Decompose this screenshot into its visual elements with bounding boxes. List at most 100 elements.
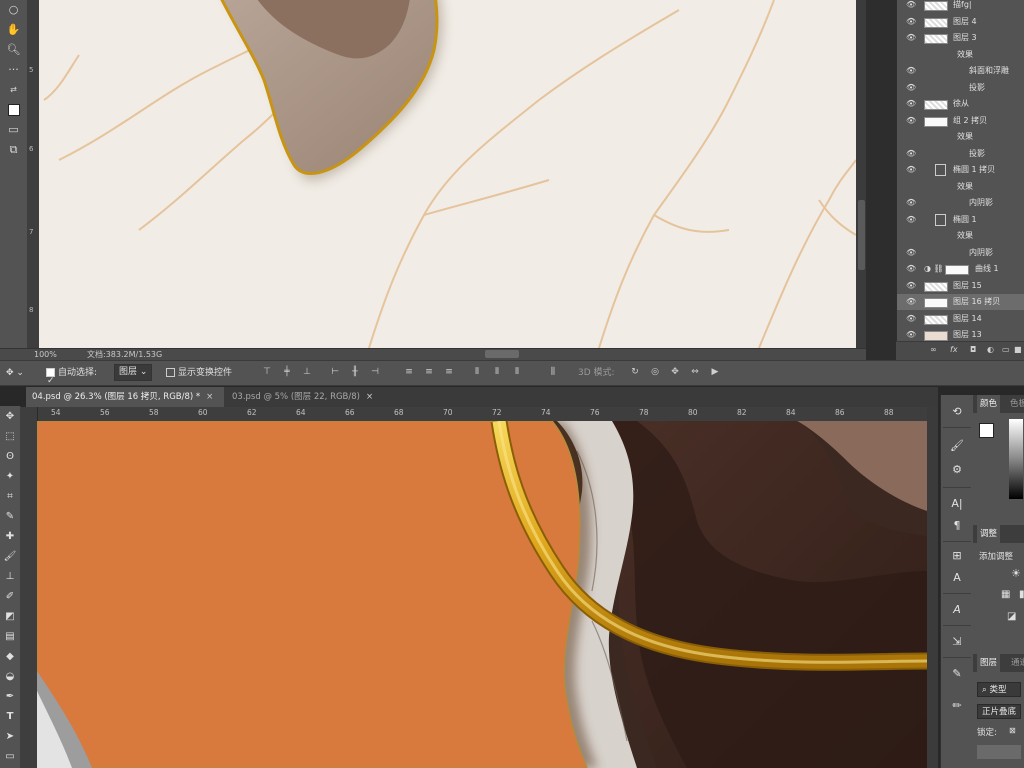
new-group-icon[interactable]: ▭ [1002,345,1010,354]
visibility-eye-icon[interactable]: 👁︎ [906,30,916,46]
layer-effect-row[interactable]: 效果 [897,47,1024,63]
visibility-eye-icon[interactable]: 👁︎ [906,80,916,96]
layer-row[interactable]: 👁︎ 椭圆 1 拷贝 [897,162,1024,178]
visibility-eye-icon[interactable]: 👁︎ [906,245,916,261]
visibility-eye-icon[interactable]: 👁︎ [906,14,916,30]
align-right-icon[interactable]: ⊣ [370,367,380,378]
lock-transparent-icon[interactable]: ⊠ [1009,726,1016,735]
eyedropper-icon[interactable]: ✎ [0,508,20,526]
top-horizontal-scroll-thumb[interactable] [485,350,519,358]
align-left-icon[interactable]: ⊢ [330,367,340,378]
dodge-tool-icon[interactable]: ◒ [0,668,20,686]
brightness-icon[interactable]: ☀ [1011,567,1021,580]
distribute-vcenter-icon[interactable]: ≡ [424,367,434,378]
3d-pan-icon[interactable]: ✥ [670,367,680,378]
glyphs-panel-icon[interactable]: A [945,599,969,621]
layer-effect-row[interactable]: 👁︎ 内阴影 [897,195,1024,211]
gradient-tool-icon[interactable]: ▤ [0,628,20,646]
add-mask-icon[interactable]: ◘ [970,345,976,354]
close-tab-icon[interactable]: × [206,392,213,402]
visibility-eye-icon[interactable]: 👁︎ [906,113,916,129]
more-tools-icon[interactable]: ··· [0,60,27,80]
layer-row[interactable]: 👁︎ 图层 4 [897,14,1024,30]
tab-layers[interactable]: 图层 [977,654,1001,672]
character-panel-icon[interactable]: A| [945,493,969,515]
visibility-eye-icon[interactable]: 👁︎ [906,0,916,13]
tab-03-psd[interactable]: 03.psd @ 5% (图层 22, RGB/8) × [226,387,388,407]
screen-mode-icon[interactable]: ⧉ [0,140,27,160]
layer-effect-row[interactable]: 效果 [897,228,1024,244]
tool-presets-icon[interactable]: ✎ [945,663,969,685]
new-layer-icon[interactable]: ■ [1014,345,1022,354]
tab-color[interactable]: 颜色 [977,395,1001,413]
healing-brush-icon[interactable]: ✚ [0,528,20,546]
auto-select-checkbox[interactable]: ✓ [46,368,55,386]
character-styles-icon[interactable]: A [945,567,969,589]
distribute-hcenter-icon[interactable]: ⫴ [492,367,502,378]
align-vcenter-icon[interactable]: ╪ [282,367,292,378]
brush-presets-icon[interactable]: ⚙ [945,459,969,481]
marquee-tool-icon[interactable]: ⬚ [0,428,20,446]
layer-row[interactable]: 👁︎ 描fg| [897,0,1024,13]
foreground-color-swatch[interactable] [979,423,994,438]
shape-tool-icon[interactable]: ▭ [0,748,20,766]
layer-effect-row[interactable]: 效果 [897,129,1024,145]
blur-tool-icon[interactable]: ◆ [0,648,20,666]
show-transform-checkbox[interactable] [166,368,175,377]
bottom-vertical-scrollbar[interactable] [927,407,938,768]
hand-tool-icon[interactable]: ✋ [0,20,27,40]
layer-row[interactable]: 👁︎ 图层 3 [897,30,1024,46]
visibility-eye-icon[interactable]: 👁︎ [906,294,916,310]
move-tool-icon[interactable]: ✥ ⌄ [6,361,24,385]
layer-row[interactable]: 👁︎ ◑ ⛓ 曲线 1 [897,261,1024,277]
pen-tool-icon[interactable]: ✒ [0,688,20,706]
visibility-eye-icon[interactable]: 👁︎ [906,278,916,294]
visibility-eye-icon[interactable]: 👁︎ [906,63,916,79]
layer-row-selected[interactable] [977,745,1021,759]
properties-panel-icon[interactable]: ⊞ [945,545,969,567]
layer-effect-row[interactable]: 👁︎ 内阴影 [897,245,1024,261]
swap-colors-icon[interactable]: ⇄ [0,80,27,100]
move-tool-icon[interactable]: ✥ [0,408,20,426]
visibility-eye-icon[interactable]: 👁︎ [906,311,916,327]
path-select-icon[interactable]: ➤ [0,728,20,746]
visibility-eye-icon[interactable]: 👁︎ [906,212,916,228]
layer-row[interactable]: 👁︎ 图层 15 [897,278,1024,294]
tab-adjustments[interactable]: 调整 [977,525,1001,543]
layer-effect-row[interactable]: 效果 [897,179,1024,195]
layer-row[interactable]: 👁︎ 图层 16 拷贝 [897,294,1024,310]
top-document-canvas[interactable] [39,0,856,348]
align-hcenter-icon[interactable]: ╫ [350,367,360,378]
layer-row[interactable]: 👁︎ 椭圆 1 [897,212,1024,228]
show-transform-option[interactable]: 显示变换控件 [166,361,232,385]
blend-mode-dropdown[interactable]: 正片叠底 [977,704,1021,719]
zoom-tool-icon[interactable]: 🔍︎ [0,40,27,60]
magic-wand-icon[interactable]: ✦ [0,468,20,486]
layer-row[interactable]: 👁︎ 组 2 拷贝 [897,113,1024,129]
3d-slide-icon[interactable]: ⇔ [690,367,700,378]
history-brush-icon[interactable]: ✐ [0,588,20,606]
quick-mask-icon[interactable]: ▭ [0,120,27,140]
layer-kind-filter[interactable]: ⌕ 类型 [977,682,1021,697]
brush-settings-icon[interactable]: ✏ [945,695,969,717]
tab-swatches[interactable]: 色板 [1010,395,1024,413]
3d-scale-icon[interactable]: ▶ [710,367,720,378]
3d-roll-icon[interactable]: ◎ [650,367,660,378]
auto-align-icon[interactable]: ⫼ [548,367,558,378]
visibility-eye-icon[interactable]: 👁︎ [906,146,916,162]
visibility-eye-icon[interactable]: 👁︎ [906,96,916,112]
actions-panel-icon[interactable]: ⇲ [945,631,969,653]
ellipse-tool-icon[interactable]: ○ [0,0,27,20]
close-tab-icon[interactable]: × [366,392,373,402]
align-bottom-icon[interactable]: ⊥ [302,367,312,378]
brush-tool-icon[interactable]: 🖌︎ [0,548,20,566]
vibrance-icon[interactable]: ◪ [1007,611,1016,622]
layer-row[interactable]: 👁︎ 徐从 [897,96,1024,112]
bottom-document-canvas[interactable] [37,421,927,768]
paragraph-panel-icon[interactable]: ¶ [945,515,969,537]
layer-effect-row[interactable]: 👁︎ 斜面和浮雕 [897,63,1024,79]
visibility-eye-icon[interactable]: 👁︎ [906,261,916,277]
curves-icon[interactable]: ▦ [1001,589,1010,600]
history-panel-icon[interactable]: ⟲ [945,401,969,423]
tab-04-psd[interactable]: 04.psd @ 26.3% (图层 16 拷贝, RGB/8) * × [26,387,224,407]
